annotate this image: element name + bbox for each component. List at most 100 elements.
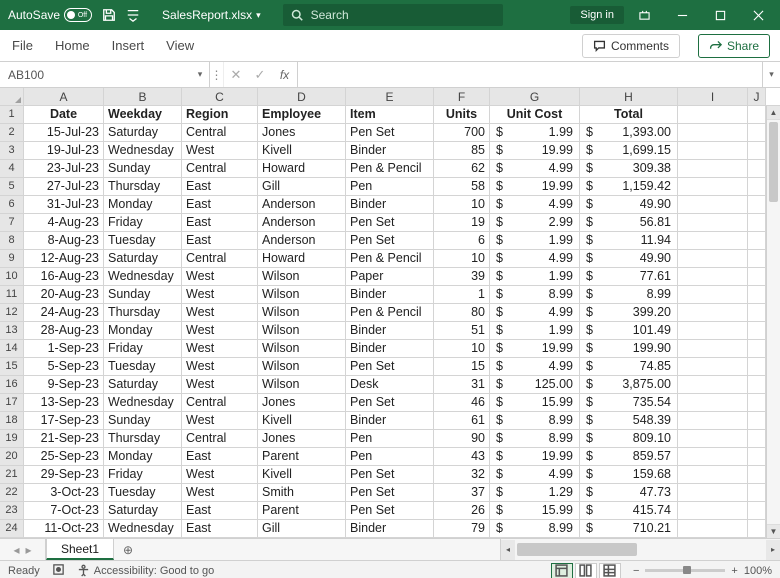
cell[interactable]: Jones: [258, 430, 346, 448]
cell[interactable]: [678, 196, 748, 214]
expand-formula-bar[interactable]: ▾: [762, 62, 780, 87]
fx-button[interactable]: fx: [272, 62, 298, 87]
cell[interactable]: Tuesday: [104, 232, 182, 250]
row-header[interactable]: 23: [0, 502, 24, 520]
sheet-nav[interactable]: ◂▸: [0, 539, 46, 560]
row-header[interactable]: 14: [0, 340, 24, 358]
zoom-slider[interactable]: [645, 569, 725, 572]
cell[interactable]: Central: [182, 394, 258, 412]
cell[interactable]: Friday: [104, 214, 182, 232]
cell[interactable]: [748, 268, 766, 286]
cell[interactable]: Total: [580, 106, 678, 124]
minimize-button[interactable]: [664, 0, 700, 30]
cell[interactable]: $19.99: [490, 340, 580, 358]
search-input[interactable]: Search: [283, 4, 503, 26]
cell[interactable]: Wednesday: [104, 520, 182, 538]
cell[interactable]: [748, 502, 766, 520]
cell[interactable]: Wilson: [258, 340, 346, 358]
column-header-I[interactable]: I: [678, 88, 748, 105]
cell[interactable]: 21-Sep-23: [24, 430, 104, 448]
cell[interactable]: $4.99: [490, 304, 580, 322]
cell[interactable]: Anderson: [258, 196, 346, 214]
cell[interactable]: [748, 466, 766, 484]
cell[interactable]: $199.90: [580, 340, 678, 358]
cell[interactable]: $710.21: [580, 520, 678, 538]
share-button[interactable]: Share: [698, 34, 770, 58]
scroll-up-button[interactable]: ▲: [767, 106, 780, 120]
cell[interactable]: Howard: [258, 160, 346, 178]
cell[interactable]: $1,699.15: [580, 142, 678, 160]
cell[interactable]: $125.00: [490, 376, 580, 394]
cell[interactable]: $56.81: [580, 214, 678, 232]
cell[interactable]: 31-Jul-23: [24, 196, 104, 214]
cell[interactable]: Employee: [258, 106, 346, 124]
row-header[interactable]: 15: [0, 358, 24, 376]
cell[interactable]: Desk: [346, 376, 434, 394]
cell[interactable]: [678, 250, 748, 268]
zoom-out-button[interactable]: −: [633, 565, 639, 577]
cell[interactable]: 13-Sep-23: [24, 394, 104, 412]
cell[interactable]: Sunday: [104, 412, 182, 430]
cell[interactable]: Smith: [258, 484, 346, 502]
cell[interactable]: [748, 340, 766, 358]
cell[interactable]: [678, 304, 748, 322]
cell[interactable]: West: [182, 268, 258, 286]
cell[interactable]: $2.99: [490, 214, 580, 232]
cell[interactable]: 28-Aug-23: [24, 322, 104, 340]
cell[interactable]: $3,875.00: [580, 376, 678, 394]
cell[interactable]: Wilson: [258, 268, 346, 286]
cell[interactable]: 15-Jul-23: [24, 124, 104, 142]
cell[interactable]: [678, 520, 748, 538]
cell[interactable]: [748, 448, 766, 466]
cell[interactable]: 26: [434, 502, 490, 520]
cell[interactable]: $8.99: [490, 430, 580, 448]
cell[interactable]: 20-Aug-23: [24, 286, 104, 304]
cell[interactable]: [748, 376, 766, 394]
cell[interactable]: Central: [182, 250, 258, 268]
row-header[interactable]: 4: [0, 160, 24, 178]
row-header[interactable]: 8: [0, 232, 24, 250]
cell[interactable]: $19.99: [490, 178, 580, 196]
cell[interactable]: Pen: [346, 430, 434, 448]
column-header-F[interactable]: F: [434, 88, 490, 105]
cell[interactable]: [748, 214, 766, 232]
column-header-H[interactable]: H: [580, 88, 678, 105]
cell[interactable]: [678, 502, 748, 520]
cell[interactable]: [678, 412, 748, 430]
cell[interactable]: Saturday: [104, 376, 182, 394]
cell[interactable]: $1.99: [490, 124, 580, 142]
add-sheet-button[interactable]: ⊕: [114, 539, 142, 560]
cell[interactable]: West: [182, 322, 258, 340]
row-header[interactable]: 16: [0, 376, 24, 394]
cell[interactable]: 10: [434, 250, 490, 268]
cell[interactable]: Monday: [104, 196, 182, 214]
cell[interactable]: $15.99: [490, 502, 580, 520]
cell[interactable]: Central: [182, 124, 258, 142]
cell[interactable]: Binder: [346, 412, 434, 430]
column-header-C[interactable]: C: [182, 88, 258, 105]
scroll-down-button[interactable]: ▼: [767, 524, 780, 538]
save-button[interactable]: [98, 4, 120, 26]
cell[interactable]: Wednesday: [104, 394, 182, 412]
cell[interactable]: Weekday: [104, 106, 182, 124]
row-header[interactable]: 2: [0, 124, 24, 142]
cell[interactable]: West: [182, 304, 258, 322]
cell[interactable]: 700: [434, 124, 490, 142]
cell[interactable]: [678, 106, 748, 124]
cell[interactable]: West: [182, 358, 258, 376]
cell[interactable]: $19.99: [490, 142, 580, 160]
cell[interactable]: 31: [434, 376, 490, 394]
zoom-in-button[interactable]: +: [731, 565, 737, 577]
close-button[interactable]: [740, 0, 776, 30]
cell[interactable]: Wednesday: [104, 268, 182, 286]
cell[interactable]: $8.99: [580, 286, 678, 304]
scroll-thumb[interactable]: [769, 122, 778, 202]
autosave-toggle[interactable]: AutoSave Off: [8, 8, 92, 22]
cell[interactable]: 46: [434, 394, 490, 412]
cell[interactable]: 1: [434, 286, 490, 304]
cell[interactable]: [748, 358, 766, 376]
row-header[interactable]: 12: [0, 304, 24, 322]
cell[interactable]: Binder: [346, 520, 434, 538]
cell[interactable]: Region: [182, 106, 258, 124]
cell[interactable]: 43: [434, 448, 490, 466]
